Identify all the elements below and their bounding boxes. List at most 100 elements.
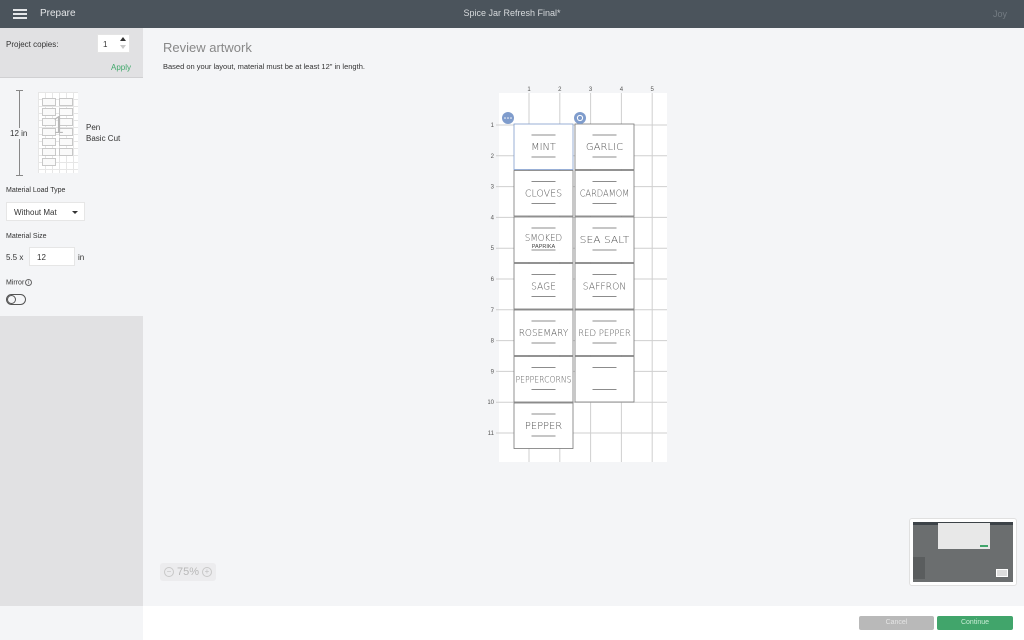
spice-label[interactable]: PEPPERCORNS	[513, 356, 574, 403]
ruler-left-tick: 5	[491, 246, 495, 252]
project-copies-input[interactable]: 1	[97, 34, 130, 53]
rotate-icon[interactable]	[574, 112, 586, 124]
project-copies-value: 1	[103, 40, 108, 49]
spice-label[interactable]: SEA SALT	[574, 216, 635, 263]
spice-label[interactable]: RED PEPPER	[574, 309, 635, 356]
mat-preview: 12 in 1 Pen Basic Cut	[0, 88, 143, 178]
sidebar: Project copies: 1 Apply 12 in 1 Pen Basi…	[0, 28, 143, 640]
spice-label[interactable]: CARDAMOM	[574, 170, 635, 217]
ruler-left-tick: 11	[488, 431, 495, 437]
spice-label[interactable]: GARLIC	[574, 123, 635, 170]
more-dot	[507, 117, 509, 119]
label-text: GARLIC	[586, 142, 623, 153]
spice-label[interactable]: SMOKEDPAPRIKA	[513, 216, 574, 263]
canvas-minimap[interactable]	[909, 518, 1017, 586]
mini-label	[59, 138, 73, 146]
ruler-top-tick: 5	[651, 87, 655, 93]
apply-button[interactable]: Apply	[111, 63, 131, 72]
ruler-top-tick: 2	[558, 87, 562, 93]
project-title: Spice Jar Refresh Final*	[463, 8, 561, 18]
more-dot	[504, 117, 506, 119]
material-unit: in	[78, 253, 85, 262]
zoom-out-button[interactable]: −	[164, 567, 174, 577]
label-text: PEPPER	[525, 421, 562, 432]
ruler-left-tick: 9	[491, 369, 495, 375]
label-text: CLOVES	[525, 189, 562, 200]
mat-canvas-svg[interactable]: 1 2 3 4 5 1 2 3 4 5 6 7 8 9 10 11 MINT GARLIC CLOVES CARDAM…	[487, 82, 678, 467]
ruler-left-tick: 3	[491, 185, 495, 191]
spice-label[interactable]: SAGE	[513, 263, 574, 310]
label-text: MINT	[531, 142, 556, 153]
info-icon[interactable]: i	[25, 279, 33, 286]
minimap-button	[980, 545, 988, 547]
measure-cap-top	[16, 90, 23, 91]
ruler-left-tick: 4	[491, 215, 495, 221]
decrement-arrow-icon[interactable]	[120, 45, 126, 49]
spice-label[interactable]: SAFFRON	[574, 263, 635, 310]
mini-label	[42, 98, 56, 106]
material-length-input[interactable]: 12	[29, 247, 75, 266]
label-text: SAGE	[531, 282, 556, 293]
ruler-top-tick: 3	[589, 87, 593, 93]
ruler-left-tick: 6	[491, 277, 495, 283]
material-load-type-label: Material Load Type	[6, 187, 66, 194]
chevron-down-icon	[72, 211, 78, 214]
spice-label[interactable]: MINT	[513, 123, 574, 170]
continue-button[interactable]: Continue	[937, 616, 1013, 630]
project-copies-label: Project copies:	[6, 40, 59, 49]
more-dot	[510, 117, 512, 119]
label-text: PEPPERCORNS	[516, 376, 572, 386]
material-width: 5.5 x	[6, 253, 24, 262]
ruler-left-tick: 8	[491, 339, 495, 345]
minimap-viewport	[996, 569, 1008, 577]
mirror-label: Mirror	[6, 279, 25, 287]
mini-label	[59, 148, 73, 156]
mat-length-label: 12 in	[10, 128, 28, 139]
measure-cap-bottom	[16, 175, 23, 176]
mat-canvas[interactable]: 1 2 3 4 5 1 2 3 4 5 6 7 8 9 10 11 MINT GARLIC CLOVES CARDAM…	[487, 82, 678, 467]
ruler-left-tick: 10	[488, 400, 495, 406]
ruler-left-tick: 7	[491, 308, 495, 314]
mat-thumbnail[interactable]: 1	[38, 92, 78, 173]
label-text: SAFFRON	[583, 282, 626, 293]
label-text: RED PEPPER	[578, 329, 631, 339]
mirror-toggle[interactable]	[6, 294, 26, 305]
label-text: CARDAMOM	[580, 189, 630, 200]
label-text: SMOKED	[525, 233, 562, 244]
increment-arrow-icon[interactable]	[120, 37, 126, 41]
mini-label	[42, 158, 56, 166]
ruler-top-tick: 1	[527, 87, 531, 93]
mat-number: 1	[52, 114, 66, 139]
spice-label[interactable]: PEPPER	[513, 402, 574, 449]
operation-label: Basic Cut	[86, 134, 121, 143]
mirror-label-row: Mirror i	[6, 279, 33, 287]
sidebar-mat-list-empty	[0, 316, 143, 606]
user-name[interactable]: Joy	[993, 9, 1007, 19]
mini-label	[42, 148, 56, 156]
zoom-in-button[interactable]: +	[202, 567, 212, 577]
toggle-knob	[6, 294, 16, 304]
spice-label[interactable]	[574, 356, 635, 403]
top-bar: Prepare Spice Jar Refresh Final* Joy	[0, 0, 1024, 28]
label-outline	[574, 356, 635, 403]
ruler-left-tick: 1	[491, 123, 495, 129]
ruler-left-tick: 2	[491, 154, 495, 160]
ruler-top-tick: 4	[620, 87, 624, 93]
zoom-level: 75%	[177, 566, 200, 578]
cancel-button[interactable]: Cancel	[859, 616, 934, 630]
label-text: SEA SALT	[580, 235, 630, 246]
label-text: ROSEMARY	[519, 328, 569, 339]
project-copies-panel: Project copies: 1 Apply	[0, 28, 143, 78]
material-load-type-select[interactable]: Without Mat	[6, 202, 85, 221]
mat-operation: Pen Basic Cut	[86, 122, 120, 144]
spice-label[interactable]: CLOVES	[513, 170, 574, 217]
material-load-type-value: Without Mat	[14, 208, 57, 217]
label-subtext: PAPRIKA	[532, 244, 556, 250]
material-size-label: Material Size	[6, 233, 47, 240]
page-subtitle: Based on your layout, material must be a…	[163, 62, 365, 71]
zoom-control: − 75% +	[160, 563, 216, 581]
minimap-panel	[913, 557, 925, 579]
mini-label	[59, 98, 73, 106]
spice-label[interactable]: ROSEMARY	[513, 309, 574, 356]
page-title: Review artwork	[163, 40, 252, 55]
